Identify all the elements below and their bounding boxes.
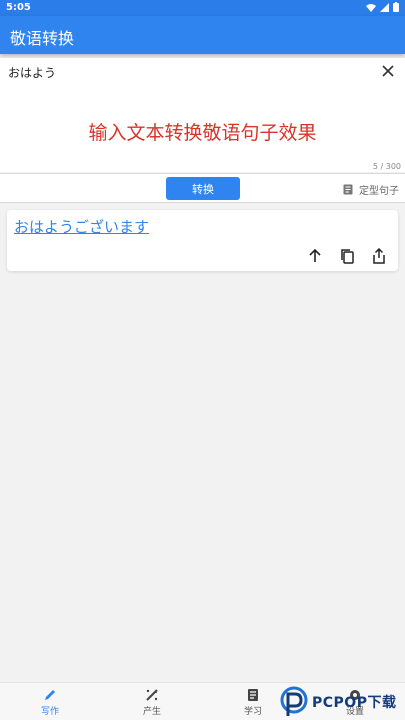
- status-bar: 5:05: [0, 0, 405, 16]
- wifi-icon: [366, 3, 376, 12]
- nav-item-learn[interactable]: 学习: [223, 687, 283, 717]
- template-label: 定型句子: [359, 186, 399, 197]
- input-text[interactable]: おはよう: [8, 64, 56, 81]
- result-card: おはようございます: [7, 210, 398, 271]
- watermark: PCPOP下载: [280, 684, 405, 720]
- nav-label-write: 写作: [40, 707, 59, 717]
- pcpop-logo-icon: [280, 686, 308, 716]
- action-row: 转换 定型句子: [0, 173, 405, 203]
- arrow-up-icon[interactable]: [306, 247, 324, 265]
- pencil-icon: [45, 690, 55, 700]
- battery-icon: [393, 2, 399, 12]
- note-icon: [248, 689, 258, 701]
- nav-item-write[interactable]: 写作: [20, 687, 80, 717]
- template-sentences-button[interactable]: 定型句子: [343, 182, 399, 197]
- generate-icon: [146, 689, 158, 701]
- nav-label-learn: 学习: [243, 707, 262, 717]
- nav-label-generate: 产生: [142, 707, 161, 717]
- copy-icon[interactable]: [338, 247, 356, 265]
- signal-icon: [380, 2, 389, 12]
- app-bar: 敬语转换: [0, 16, 405, 54]
- char-counter: 5 / 300: [372, 162, 401, 171]
- app-title: 敬语转换: [10, 29, 75, 48]
- share-icon[interactable]: [370, 247, 388, 265]
- status-icons: [366, 2, 399, 12]
- status-time: 5:05: [6, 2, 31, 13]
- watermark-text: PCPOP下载: [312, 695, 397, 711]
- nav-item-generate[interactable]: 产生: [122, 687, 182, 717]
- document-icon: [343, 184, 353, 195]
- promo-caption: 输入文本转换敬语句子效果: [88, 122, 317, 144]
- convert-button[interactable]: 转换: [166, 177, 240, 200]
- result-actions: [306, 247, 388, 265]
- close-icon[interactable]: [379, 62, 397, 80]
- result-text[interactable]: おはようございます: [14, 216, 149, 237]
- text-input-area[interactable]: おはよう 输入文本转换敬语句子效果 5 / 300: [0, 58, 405, 172]
